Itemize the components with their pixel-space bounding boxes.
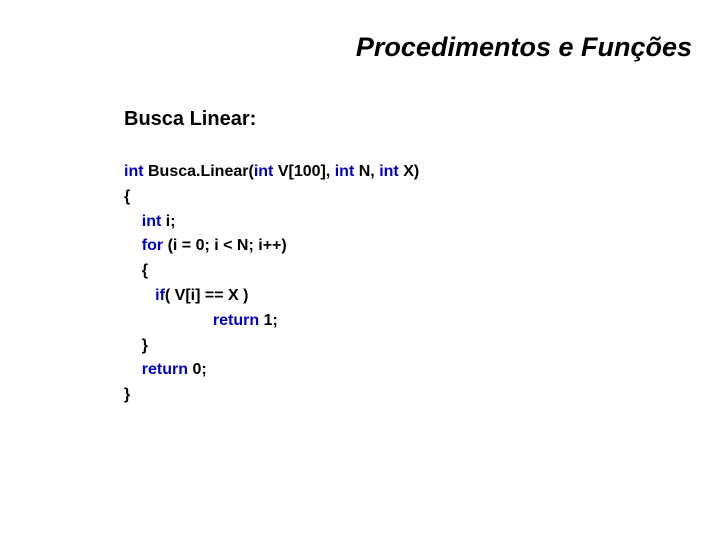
param: X) bbox=[403, 163, 419, 180]
param: V[100], bbox=[278, 163, 335, 180]
page-title: Procedimentos e Funções bbox=[356, 32, 692, 63]
section-heading: Busca Linear: bbox=[124, 108, 256, 131]
decl: i; bbox=[166, 213, 176, 230]
keyword-int: int bbox=[379, 163, 403, 180]
if-cond: ( V[i] == X ) bbox=[165, 287, 249, 304]
brace-close: } bbox=[124, 386, 130, 403]
keyword-return: return bbox=[142, 361, 193, 378]
keyword-int: int bbox=[254, 163, 278, 180]
slide: Procedimentos e Funções Busca Linear: in… bbox=[0, 0, 720, 540]
brace-close: } bbox=[142, 337, 148, 354]
keyword-if: if bbox=[155, 287, 165, 304]
code-block: int Busca.Linear(int V[100], int N, int … bbox=[124, 160, 419, 408]
func-name: Busca.Linear( bbox=[144, 163, 254, 180]
keyword-for: for bbox=[142, 237, 168, 254]
keyword-return: return bbox=[213, 312, 264, 329]
keyword-int: int bbox=[124, 163, 144, 180]
return-val: 1; bbox=[264, 312, 278, 329]
for-cond: (i = 0; i < N; i++) bbox=[168, 237, 287, 254]
param: N, bbox=[359, 163, 379, 180]
keyword-int: int bbox=[142, 213, 166, 230]
return-val: 0; bbox=[192, 361, 206, 378]
keyword-int: int bbox=[335, 163, 359, 180]
brace-open: { bbox=[124, 188, 130, 205]
brace-open: { bbox=[142, 262, 148, 279]
